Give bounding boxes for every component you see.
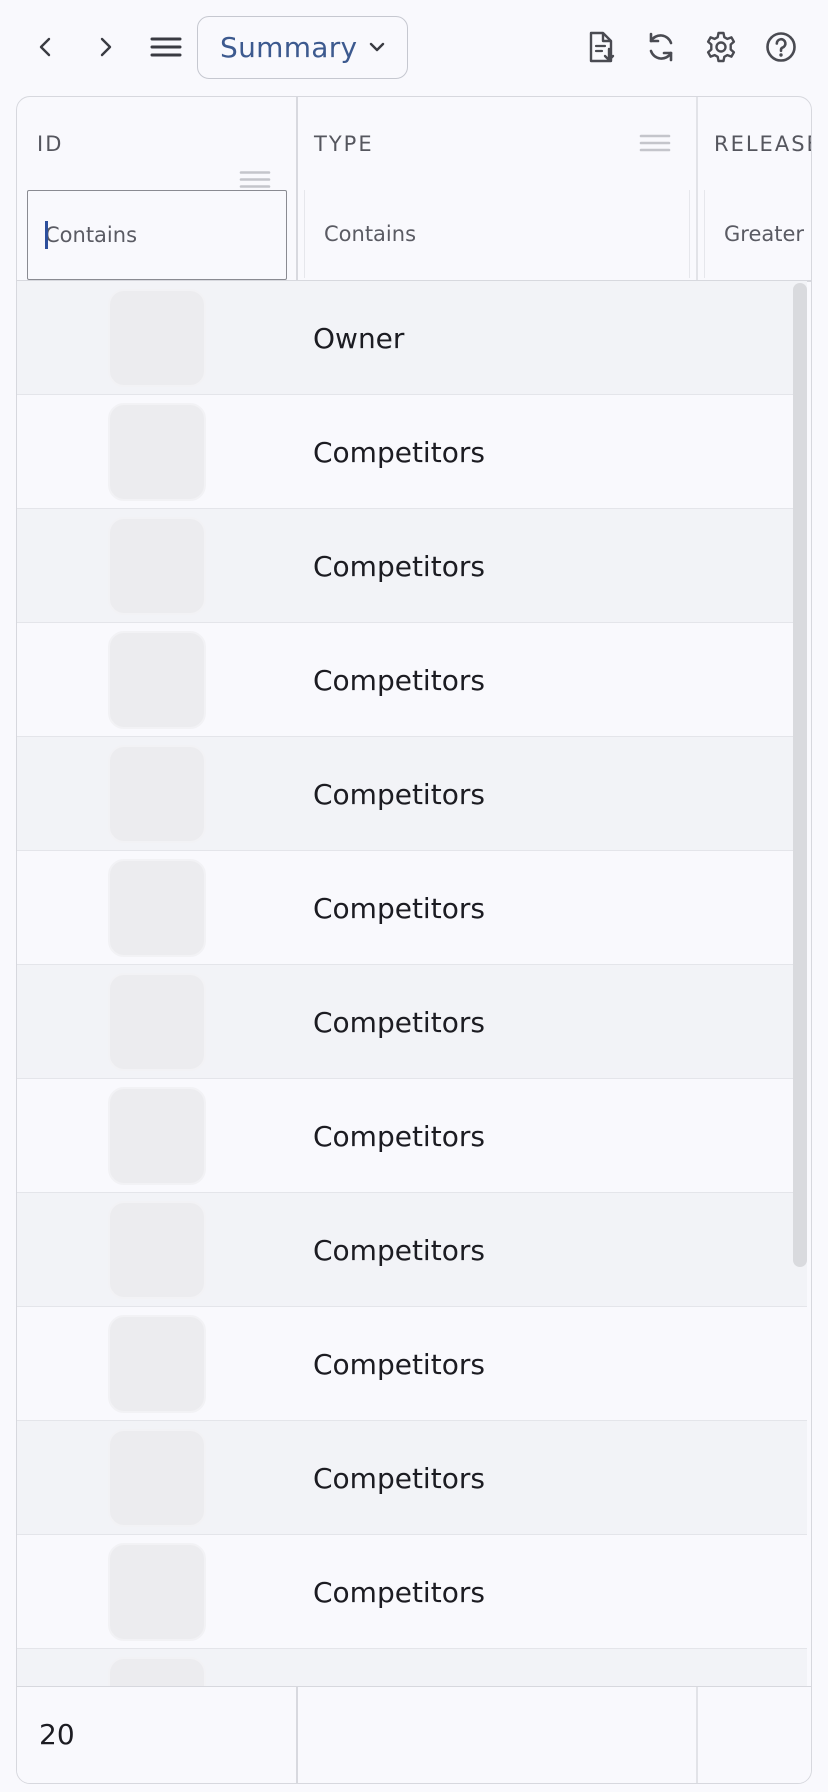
- cell-type: Competitors: [313, 1575, 485, 1609]
- column-header-type[interactable]: TYPE: [314, 97, 634, 190]
- text-caret: [45, 221, 48, 249]
- table-row[interactable]: Competitors: [17, 509, 807, 623]
- cell-type: Competitors: [313, 777, 485, 811]
- vertical-scrollbar[interactable]: [793, 283, 807, 1267]
- forward-button[interactable]: [81, 23, 129, 71]
- help-circle-icon: [766, 32, 796, 62]
- filter-release-input[interactable]: [724, 222, 811, 246]
- view-select-value: Summary: [220, 31, 358, 64]
- menu-button[interactable]: [142, 23, 190, 71]
- filter-release[interactable]: [706, 190, 811, 278]
- export-button[interactable]: [577, 23, 625, 71]
- refresh-button[interactable]: [637, 23, 685, 71]
- table-row[interactable]: Competitors: [17, 395, 807, 509]
- loading-placeholder: [108, 745, 206, 843]
- table-row[interactable]: Owner: [17, 281, 807, 395]
- back-button[interactable]: [22, 23, 70, 71]
- grid-rows: Owner Competitors Competitors Competitor…: [17, 281, 811, 1781]
- data-grid: ID TYPE RELEASE Owner Competitors Compet…: [16, 96, 812, 1784]
- gear-icon: [706, 31, 736, 63]
- filter-type-input[interactable]: [324, 222, 689, 246]
- loading-placeholder: [108, 631, 206, 729]
- cell-type: Competitors: [313, 1119, 485, 1153]
- toolbar: Summary: [0, 0, 828, 96]
- table-row[interactable]: Competitors: [17, 737, 807, 851]
- table-row[interactable]: Competitors: [17, 1421, 807, 1535]
- loading-placeholder: [108, 973, 206, 1071]
- column-header-label: ID: [37, 131, 64, 156]
- cell-type: Competitors: [313, 1005, 485, 1039]
- cell-type: Owner: [313, 321, 405, 355]
- hamburger-menu-icon: [150, 37, 182, 57]
- table-row[interactable]: Competitors: [17, 1535, 807, 1649]
- loading-placeholder: [108, 289, 206, 387]
- column-header-label: TYPE: [314, 131, 374, 156]
- cell-type: Competitors: [313, 1347, 485, 1381]
- loading-placeholder: [108, 403, 206, 501]
- help-button[interactable]: [757, 23, 805, 71]
- cell-type: Competitors: [313, 891, 485, 925]
- loading-placeholder: [108, 1543, 206, 1641]
- filter-type[interactable]: [306, 190, 689, 278]
- loading-placeholder: [108, 1315, 206, 1413]
- refresh-icon: [649, 32, 673, 62]
- loading-placeholder: [108, 1087, 206, 1185]
- filter-divider: [304, 190, 305, 278]
- settings-button[interactable]: [697, 23, 745, 71]
- table-row[interactable]: Competitors: [17, 965, 807, 1079]
- table-row[interactable]: Competitors: [17, 1079, 807, 1193]
- filter-id-input[interactable]: [45, 223, 286, 247]
- cell-type: Competitors: [313, 663, 485, 697]
- table-row[interactable]: Competitors: [17, 1193, 807, 1307]
- loading-placeholder: [108, 859, 206, 957]
- loading-placeholder: [108, 517, 206, 615]
- filter-id[interactable]: [27, 190, 287, 280]
- view-select[interactable]: Summary: [197, 16, 408, 79]
- cell-type: Competitors: [313, 1461, 485, 1495]
- grid-footer: 20: [17, 1686, 811, 1783]
- table-row[interactable]: Competitors: [17, 851, 807, 965]
- column-divider: [296, 1687, 298, 1783]
- column-header-release[interactable]: RELEASE: [714, 97, 812, 190]
- table-row[interactable]: Competitors: [17, 1307, 807, 1421]
- chevron-right-icon: [100, 37, 112, 57]
- filter-divider: [689, 190, 690, 278]
- row-count: 20: [39, 1717, 75, 1751]
- cell-type: Competitors: [313, 1233, 485, 1267]
- table-row[interactable]: Competitors: [17, 623, 807, 737]
- loading-placeholder: [108, 1429, 206, 1527]
- filter-divider: [704, 190, 705, 278]
- chevron-left-icon: [39, 37, 51, 57]
- column-divider: [696, 1687, 698, 1783]
- cell-type: Competitors: [313, 549, 485, 583]
- column-header-label: RELEASE: [714, 131, 812, 156]
- document-download-icon: [589, 31, 615, 63]
- chevron-down-icon: [369, 42, 385, 52]
- loading-placeholder: [108, 1201, 206, 1299]
- cell-type: Competitors: [313, 435, 485, 469]
- column-menu-icon[interactable]: [639, 133, 671, 153]
